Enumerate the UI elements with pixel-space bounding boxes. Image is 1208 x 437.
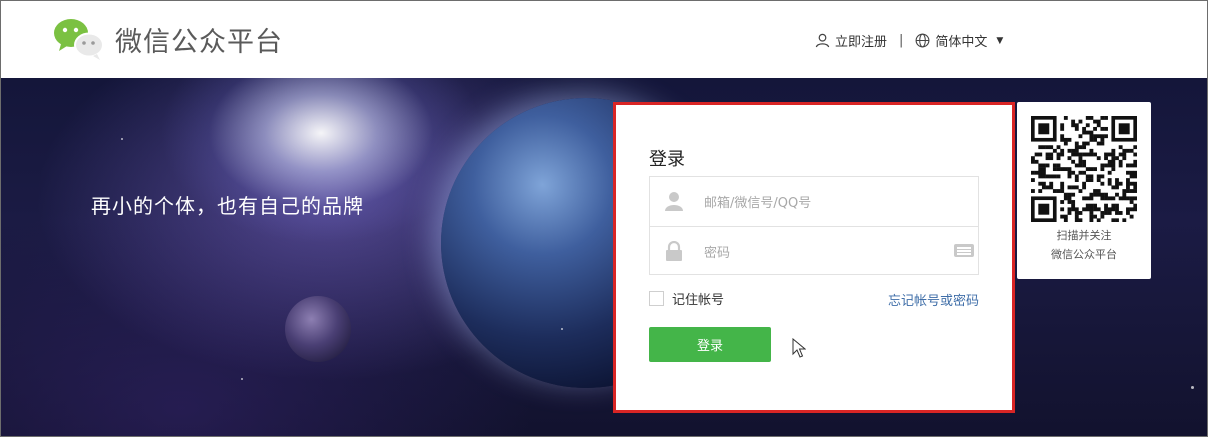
login-button[interactable]: 登录 <box>649 327 771 362</box>
small-planet-illustration <box>285 296 351 362</box>
account-placeholder: 邮箱/微信号/QQ号 <box>704 196 812 211</box>
wechat-logo-icon <box>53 17 105 61</box>
logo-title: 微信公众平台 <box>115 26 283 58</box>
language-selector[interactable]: 简体中文 ▼ <box>915 31 1003 50</box>
lock-icon <box>666 241 682 261</box>
header-links: 立即注册 | 简体中文 ▼ <box>815 31 1003 50</box>
keyboard-icon[interactable] <box>954 244 974 257</box>
star-decoration <box>1191 386 1194 389</box>
forgot-password-link[interactable]: 忘记帐号或密码 <box>888 290 979 309</box>
account-field[interactable]: 邮箱/微信号/QQ号 <box>650 177 978 226</box>
qr-code-card: 扫描并关注 微信公众平台 <box>1017 102 1151 279</box>
site-logo[interactable]: 微信公众平台 <box>53 17 283 61</box>
star-decoration <box>121 138 123 140</box>
header-separator: | <box>899 33 904 48</box>
qr-caption-line2: 微信公众平台 <box>1051 248 1117 261</box>
star-decoration <box>561 328 563 330</box>
remember-account[interactable]: 记住帐号 <box>649 289 724 308</box>
globe-icon <box>915 33 930 48</box>
register-link[interactable]: 立即注册 <box>815 31 887 50</box>
banner-slogan: 再小的个体，也有自己的品牌 <box>91 194 364 218</box>
star-decoration <box>241 378 243 380</box>
top-header: 微信公众平台 立即注册 | 简体中文 ▼ <box>1 1 1207 78</box>
language-label: 简体中文 <box>935 35 988 50</box>
login-panel: 登录 邮箱/微信号/QQ号 密码 记住帐号 忘记帐号或密码 登录 <box>616 105 1012 410</box>
login-fields: 邮箱/微信号/QQ号 密码 <box>649 176 979 275</box>
register-label: 立即注册 <box>835 35 888 50</box>
remember-checkbox[interactable] <box>649 291 664 306</box>
mouse-cursor-icon <box>792 338 806 358</box>
user-icon <box>815 33 830 48</box>
remember-label: 记住帐号 <box>672 293 725 308</box>
qr-caption-line1: 扫描并关注 <box>1056 229 1112 242</box>
page-frame: 微信公众平台 立即注册 | 简体中文 ▼ 再小的个体，也有自己的品牌 登录 邮箱… <box>0 0 1208 437</box>
login-title: 登录 <box>649 149 685 170</box>
qr-code-image <box>1031 116 1137 222</box>
password-field[interactable]: 密码 <box>650 226 978 275</box>
user-icon <box>665 192 683 211</box>
chevron-down-icon: ▼ <box>996 35 1004 46</box>
password-placeholder: 密码 <box>704 245 731 261</box>
